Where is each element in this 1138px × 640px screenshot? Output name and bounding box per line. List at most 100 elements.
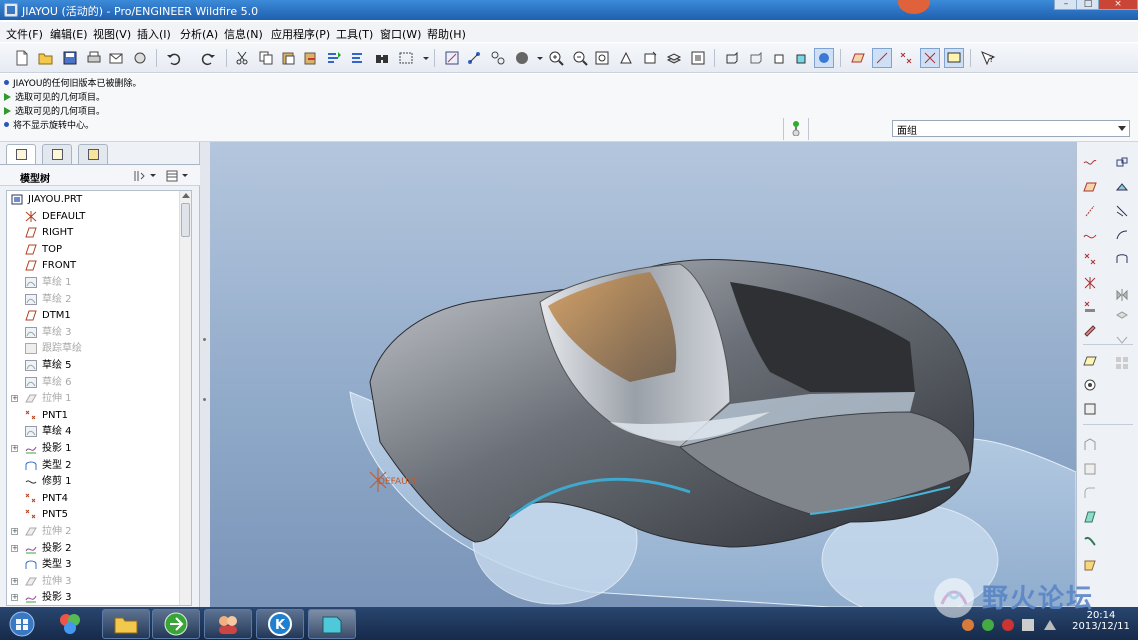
reorient-icon[interactable] (616, 48, 636, 68)
sketch-tool-icon[interactable] (442, 48, 462, 68)
refit-icon[interactable] (592, 48, 612, 68)
wireframe-icon[interactable] (722, 48, 742, 68)
file-explorer-icon[interactable] (102, 609, 150, 639)
menu-edit[interactable]: 编辑(E) (50, 26, 88, 42)
browser-icon[interactable] (152, 609, 200, 639)
open-file-icon[interactable] (36, 48, 56, 68)
csys-tool-icon[interactable] (1081, 274, 1099, 292)
tree-item[interactable]: FRONT (7, 257, 177, 274)
tab-folder-browser[interactable] (42, 144, 72, 164)
mirror-tool-icon[interactable] (1113, 286, 1131, 304)
expand-toggle-icon[interactable]: + (11, 577, 18, 585)
no-hidden-icon[interactable] (770, 48, 790, 68)
blend-tool-icon[interactable] (1113, 250, 1131, 268)
tree-item[interactable]: 草绘 1 (7, 274, 177, 291)
minimize-button[interactable]: – (1054, 0, 1078, 10)
plane-tool-icon[interactable] (1081, 178, 1099, 196)
scroll-up-icon[interactable] (182, 193, 190, 198)
tree-item[interactable]: 修剪 1 (7, 473, 177, 490)
scroll-thumb[interactable] (181, 203, 190, 237)
menu-tools[interactable]: 工具(T) (336, 26, 373, 42)
csys-display-icon[interactable] (920, 48, 940, 68)
regenerate-icon[interactable] (324, 48, 344, 68)
tree-item[interactable]: DEFAULT (7, 208, 177, 225)
tree-item[interactable]: 跟踪草绘 (7, 340, 177, 357)
tree-item[interactable]: 草绘 2 (7, 291, 177, 308)
menu-file[interactable]: 文件(F) (6, 26, 43, 42)
clock[interactable]: 20:14 2013/12/11 (1064, 608, 1138, 640)
regen-manager-icon[interactable] (348, 48, 368, 68)
tree-item[interactable]: + 投影 3 (7, 589, 177, 605)
datum-axis-icon[interactable] (464, 48, 484, 68)
surface-tool-icon[interactable] (1081, 532, 1099, 550)
tree-item[interactable]: 类型 3 (7, 556, 177, 573)
tree-item[interactable]: PNT4 (7, 490, 177, 507)
email-icon[interactable] (106, 48, 126, 68)
copy-icon[interactable] (256, 48, 276, 68)
tree-item[interactable]: 草绘 6 (7, 374, 177, 391)
sketcher-tool-icon[interactable] (1081, 320, 1099, 338)
saved-views-icon[interactable] (640, 48, 660, 68)
extrude-tool-icon[interactable] (1113, 178, 1131, 196)
shaded-icon[interactable] (792, 48, 812, 68)
tree-item[interactable]: DTM1 (7, 307, 177, 324)
menu-insert[interactable]: 插入(I) (137, 26, 171, 42)
redo-icon[interactable] (198, 48, 218, 68)
pattern-tool-icon[interactable] (1113, 354, 1131, 372)
menu-info[interactable]: 信息(N) (224, 26, 263, 42)
axis-tool-icon[interactable] (1081, 202, 1099, 220)
save-icon[interactable] (60, 48, 80, 68)
sweep-tool-icon[interactable] (1113, 226, 1131, 244)
expand-toggle-icon[interactable]: + (11, 528, 18, 535)
selection-filter-select[interactable]: 面组 (892, 120, 1130, 137)
draft-tool-icon[interactable] (1081, 460, 1099, 478)
datum-axis-display-icon[interactable] (872, 48, 892, 68)
tab-model-tree[interactable] (6, 144, 36, 165)
merge-tool-icon[interactable] (1113, 308, 1131, 326)
style-tool-icon[interactable] (1113, 154, 1131, 172)
tree-item[interactable]: 类型 2 (7, 457, 177, 474)
close-button[interactable]: × (1098, 0, 1138, 10)
note-tool-icon[interactable] (1081, 352, 1099, 370)
expand-toggle-icon[interactable]: + (11, 445, 18, 452)
menu-help[interactable]: 帮助(H) (427, 26, 466, 42)
expand-toggle-icon[interactable]: + (11, 544, 18, 552)
tree-settings-button[interactable] (132, 168, 160, 184)
panel-splitter[interactable] (200, 142, 210, 607)
boundary-blend-tool-icon[interactable] (1081, 556, 1099, 574)
mail-link-icon[interactable] (130, 48, 150, 68)
print-icon[interactable] (84, 48, 104, 68)
tree-item[interactable]: PNT5 (7, 506, 177, 523)
menu-analysis[interactable]: 分析(A) (180, 26, 218, 42)
datum-plane-tool-icon[interactable] (1081, 154, 1099, 172)
find-icon[interactable] (372, 48, 392, 68)
colorful-app-icon[interactable] (46, 609, 94, 639)
tab-favorites[interactable] (78, 144, 108, 164)
tree-item[interactable]: 草绘 5 (7, 357, 177, 374)
view-manager-icon[interactable] (688, 48, 708, 68)
graphics-window[interactable]: DEFAULT (210, 142, 1076, 607)
chamfer-tool-icon[interactable] (1081, 508, 1099, 526)
context-help-icon[interactable]: ? (978, 48, 998, 68)
zoom-out-icon[interactable] (570, 48, 590, 68)
datum-plane-display-icon[interactable] (848, 48, 868, 68)
tree-item[interactable]: PNT1 (7, 407, 177, 424)
point-tool-icon[interactable] (1081, 250, 1099, 268)
enhanced-realism-icon[interactable] (814, 48, 834, 68)
hidden-line-icon[interactable] (746, 48, 766, 68)
rib-tool-icon[interactable] (1081, 436, 1099, 454)
curve-tool-icon[interactable] (1081, 226, 1099, 244)
analysis-tool-icon[interactable] (1081, 298, 1099, 316)
paste-special-icon[interactable] (300, 48, 320, 68)
tree-item[interactable]: JIAYOU.PRT (7, 191, 177, 208)
spin-center-icon[interactable] (488, 48, 508, 68)
tree-item[interactable]: TOP (7, 241, 177, 258)
proe-app-icon[interactable] (308, 609, 356, 639)
chat-app-icon[interactable] (204, 609, 252, 639)
annotation-display-icon[interactable] (944, 48, 964, 68)
menu-view[interactable]: 视图(V) (93, 26, 131, 42)
paste-icon[interactable] (278, 48, 298, 68)
layers-icon[interactable] (664, 48, 684, 68)
tree-item[interactable]: + 拉伸 3 (7, 573, 177, 590)
revolve-tool-icon[interactable] (1113, 202, 1131, 220)
